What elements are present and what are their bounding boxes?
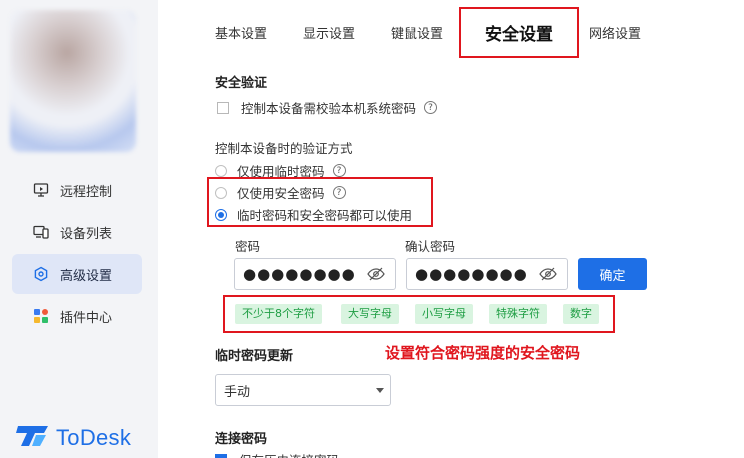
system-password-check-label: 控制本设备需校验本机系统密码 bbox=[241, 101, 417, 116]
save-history-checkbox[interactable] bbox=[215, 453, 227, 458]
tab-security[interactable]: 安全设置 bbox=[459, 6, 580, 58]
radio-button[interactable] bbox=[215, 164, 227, 177]
tab-network[interactable]: 网络设置 bbox=[589, 23, 641, 42]
eye-hidden-icon[interactable] bbox=[367, 267, 385, 285]
sidebar-item-remote-control[interactable]: 远程控制 bbox=[12, 170, 142, 210]
sidebar-item-label: 远程控制 bbox=[60, 184, 113, 200]
sidebar-item-plugin-center[interactable]: 插件中心 bbox=[12, 296, 142, 336]
hexagon-settings-icon bbox=[32, 265, 50, 283]
system-password-checkbox[interactable] bbox=[217, 101, 229, 114]
connection-password-title: 连接密码 bbox=[215, 432, 268, 447]
requirement-tag-digit: 数字 bbox=[563, 304, 599, 324]
plugin-grid-icon bbox=[32, 307, 50, 325]
annotation-note: 设置符合密码强度的安全密码 bbox=[385, 344, 581, 362]
temp-password-update-select[interactable]: 手动 bbox=[215, 374, 391, 406]
requirement-tag-lowercase: 小写字母 bbox=[415, 304, 473, 324]
highlight-box-radio bbox=[207, 177, 433, 227]
password-value: ●●●●●●●● bbox=[243, 265, 356, 283]
password-label: 密码 bbox=[235, 239, 261, 254]
select-value: 手动 bbox=[224, 384, 251, 400]
requirement-tag-uppercase: 大写字母 bbox=[341, 304, 399, 324]
avatar[interactable] bbox=[10, 10, 136, 152]
sidebar-nav: 远程控制 设备列表 高级设置 插件中心 bbox=[12, 170, 142, 338]
sidebar-item-advanced-settings[interactable]: 高级设置 bbox=[12, 254, 142, 294]
tab-basic[interactable]: 基本设置 bbox=[215, 23, 267, 42]
tab-display[interactable]: 显示设置 bbox=[303, 23, 355, 42]
confirm-button[interactable]: 确定 bbox=[578, 258, 647, 290]
remote-control-icon bbox=[32, 181, 50, 199]
sidebar-item-label: 高级设置 bbox=[60, 268, 113, 284]
save-history-password-row[interactable]: 保存历史连接密码 bbox=[215, 450, 339, 458]
tab-keyboard-mouse[interactable]: 键鼠设置 bbox=[391, 23, 443, 42]
sidebar-item-device-list[interactable]: 设备列表 bbox=[12, 212, 142, 252]
brand-logo: ToDesk bbox=[16, 424, 131, 452]
chevron-down-icon bbox=[376, 388, 384, 393]
requirement-tag-special: 特殊字符 bbox=[489, 304, 547, 324]
device-list-icon bbox=[32, 223, 50, 241]
verify-method-title: 控制本设备时的验证方式 bbox=[215, 138, 353, 157]
sidebar-item-label: 插件中心 bbox=[60, 310, 113, 326]
save-history-label: 保存历史连接密码 bbox=[239, 450, 339, 458]
confirm-password-value: ●●●●●●●● bbox=[415, 265, 528, 283]
verify-method-title-text: 控制本设备时的验证方式 bbox=[215, 141, 353, 156]
help-icon[interactable]: ? bbox=[332, 164, 346, 177]
sidebar-item-label: 设备列表 bbox=[60, 226, 113, 242]
system-password-check-row[interactable]: 控制本设备需校验本机系统密码 ? bbox=[217, 98, 438, 117]
sidebar: 远程控制 设备列表 高级设置 插件中心 ToDesk bbox=[0, 0, 158, 458]
requirement-tag-length: 不少于8个字符 bbox=[235, 304, 322, 324]
help-icon[interactable]: ? bbox=[424, 101, 438, 114]
todesk-logo-icon bbox=[16, 424, 50, 452]
password-field[interactable]: ●●●●●●●● bbox=[234, 258, 396, 290]
temp-password-update-title: 临时密码更新 bbox=[215, 349, 294, 364]
confirm-password-field[interactable]: ●●●●●●●● bbox=[406, 258, 568, 290]
confirm-password-label: 确认密码 bbox=[405, 239, 456, 254]
security-verification-title: 安全验证 bbox=[215, 76, 268, 91]
eye-hidden-icon[interactable] bbox=[539, 267, 557, 285]
settings-tabs: 基本设置 显示设置 键鼠设置 安全设置 网络设置 bbox=[200, 0, 677, 64]
brand-name: ToDesk bbox=[56, 425, 132, 450]
